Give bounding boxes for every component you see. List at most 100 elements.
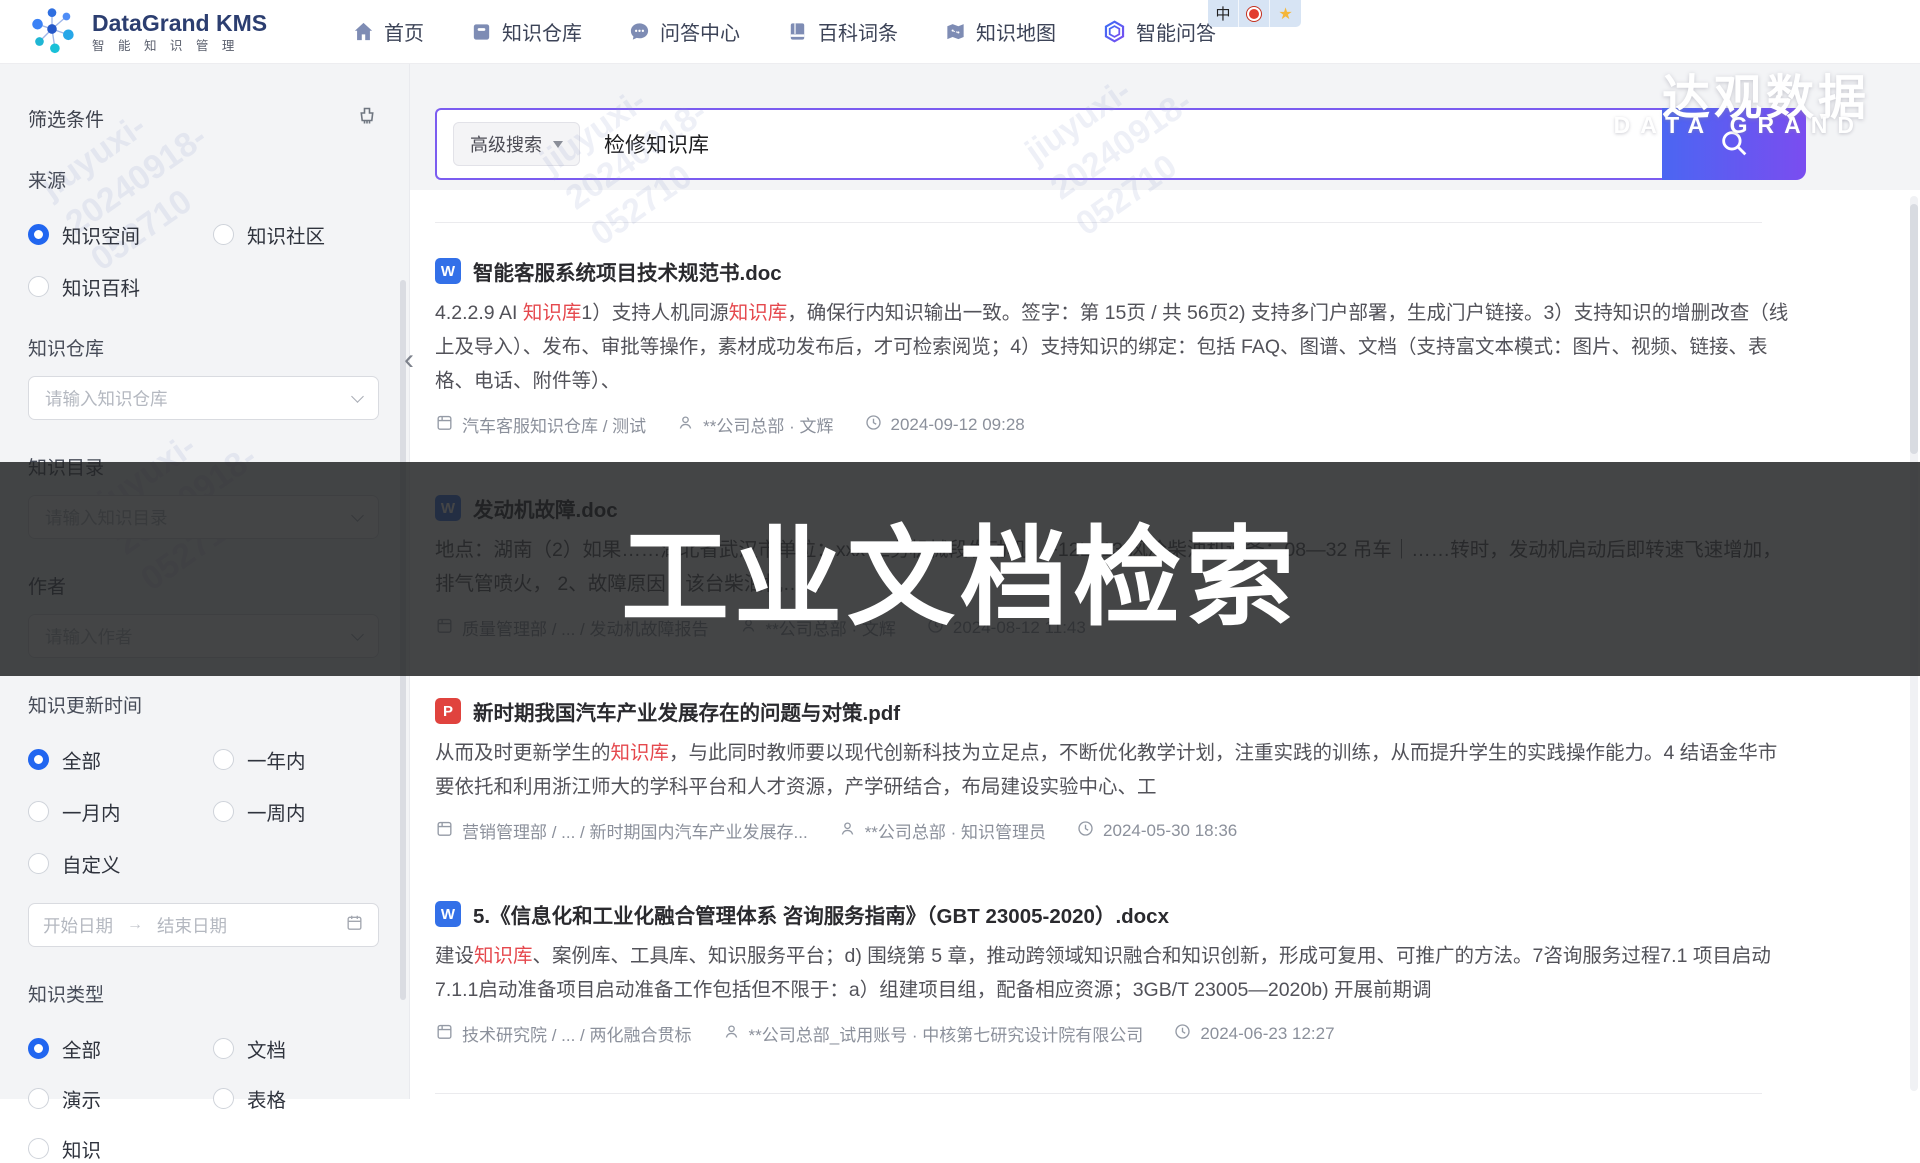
radio-type-all[interactable]: 全部 <box>28 1034 213 1063</box>
result-meta: 营销管理部 / ... / 新时期国内汽车产业发展存... **公司总部 · 知… <box>435 818 1790 843</box>
search-band: 高级搜索 <box>410 64 1920 190</box>
source-radio-group: 知识空间 知识社区 知识百科 <box>28 220 379 301</box>
result-title[interactable]: 5.《信息化和工业化融合管理体系 咨询服务指南》（GBT 23005-2020）… <box>473 899 1169 929</box>
result-timestamp: 2024-05-30 18:36 <box>1076 819 1237 843</box>
search-box: 高级搜索 <box>435 108 1662 180</box>
folder-icon <box>435 413 454 437</box>
result-location[interactable]: 技术研究院 / ... / 两化融合贯标 <box>435 1021 692 1046</box>
top-nav-bar: DataGrand KMS 智 能 知 识 管 理 首页 知识仓库 问答中心 百… <box>0 0 1920 64</box>
home-icon <box>352 20 375 43</box>
result-meta: 技术研究院 / ... / 两化融合贯标 **公司总部_试用账号 · 中核第七研… <box>435 1021 1790 1046</box>
chevron-down-icon <box>351 390 364 403</box>
result-location[interactable]: 汽车客服知识仓库 / 测试 <box>435 412 646 437</box>
result-snippet: 建设知识库、案例库、工具库、知识服务平台；d) 围绕第 5 章，推动跨领域知识融… <box>435 939 1790 1007</box>
radio-icon <box>28 276 49 297</box>
bookmark-star-icon[interactable]: ★ <box>1270 0 1301 27</box>
nav-item-smart-qa[interactable]: 智能问答 <box>1102 17 1216 46</box>
caption-title: 工业文档检索 <box>621 491 1299 647</box>
result-snippet: 从而及时更新学生的知识库，与此同时教师要以现代创新科技为立足点，不断优化教学计划… <box>435 736 1790 804</box>
result-timestamp: 2024-09-12 09:28 <box>864 413 1025 437</box>
radio-type-document[interactable]: 文档 <box>213 1034 379 1063</box>
radio-icon <box>28 801 49 822</box>
result-time: 2024-06-23 12:27 <box>1200 1024 1334 1044</box>
result-author: **公司总部_试用账号 · 中核第七研究设计院有限公司 <box>749 1021 1144 1046</box>
radio-time-one-year[interactable]: 一年内 <box>213 745 379 774</box>
warehouse-select[interactable]: 请输入知识仓库 <box>28 376 379 420</box>
range-arrow: → <box>127 916 143 934</box>
radio-icon <box>28 1038 49 1059</box>
clock-icon <box>1076 819 1095 843</box>
radio-knowledge-space[interactable]: 知识空间 <box>28 220 213 249</box>
radio-time-one-week[interactable]: 一周内 <box>213 797 379 826</box>
nav-item-knowledge-map[interactable]: 知识地图 <box>944 17 1056 46</box>
result-owner[interactable]: **公司总部_试用账号 · 中核第七研究设计院有限公司 <box>722 1021 1144 1046</box>
nav-item-encyclopedia[interactable]: 百科词条 <box>786 17 898 46</box>
map-icon <box>944 20 967 43</box>
folder-icon <box>435 819 454 843</box>
radio-icon <box>28 749 49 770</box>
result-location[interactable]: 营销管理部 / ... / 新时期国内汽车产业发展存... <box>435 818 808 843</box>
clock-icon <box>1173 1022 1192 1046</box>
radio-icon <box>28 1138 49 1159</box>
calendar-icon <box>345 913 364 937</box>
section-label-source: 来源 <box>28 166 379 193</box>
result-time: 2024-05-30 18:36 <box>1103 821 1237 841</box>
radio-icon <box>213 224 234 245</box>
advanced-search-dropdown[interactable]: 高级搜索 <box>453 122 580 166</box>
search-result-item[interactable]: W 5.《信息化和工业化融合管理体系 咨询服务指南》（GBT 23005-202… <box>435 899 1790 1046</box>
section-label-warehouse: 知识仓库 <box>28 334 379 361</box>
result-author: **公司总部 · 知识管理员 <box>865 818 1046 843</box>
warehouse-icon <box>470 20 493 43</box>
ime-indicator[interactable]: 中 <box>1208 0 1239 27</box>
person-icon <box>722 1022 741 1046</box>
sidebar-collapse-icon[interactable]: ‹ <box>404 345 414 375</box>
book-icon <box>786 20 809 43</box>
result-title[interactable]: 新时期我国汽车产业发展存在的问题与对策.pdf <box>473 696 900 726</box>
result-snippet: 4.2.2.9 AI 知识库1）支持人机同源知识库，确保行内知识输出一致。签字：… <box>435 296 1790 398</box>
main-nav: 首页 知识仓库 问答中心 百科词条 知识地图 智能问答 <box>352 17 1216 46</box>
radio-icon <box>213 801 234 822</box>
radio-icon <box>213 1038 234 1059</box>
search-input[interactable] <box>604 132 1646 156</box>
start-date-placeholder: 开始日期 <box>43 913 113 938</box>
date-range-picker[interactable]: 开始日期 → 结束日期 <box>28 903 379 947</box>
radio-time-custom[interactable]: 自定义 <box>28 849 213 878</box>
radio-icon <box>28 853 49 874</box>
nav-item-knowledge-warehouse[interactable]: 知识仓库 <box>470 17 582 46</box>
browser-mini-toolbar: 中 ★ <box>1208 0 1301 27</box>
radio-type-knowledge[interactable]: 知识 <box>28 1134 213 1163</box>
brand-subtitle: 智 能 知 识 管 理 <box>92 39 267 53</box>
results-top-divider <box>435 222 1762 223</box>
section-label-knowledge-type: 知识类型 <box>28 980 379 1007</box>
datagrand-logo-icon <box>26 3 78 60</box>
clear-filters-broom-icon[interactable] <box>355 104 379 133</box>
search-result-item[interactable]: W 智能客服系统项目技术规范书.doc 4.2.2.9 AI 知识库1）支持人机… <box>435 256 1790 437</box>
brand-name: DataGrand KMS <box>92 10 267 36</box>
word-file-icon: W <box>435 258 461 284</box>
result-path: 汽车客服知识仓库 / 测试 <box>462 412 646 437</box>
nav-item-home[interactable]: 首页 <box>352 17 424 46</box>
clock-icon <box>864 413 883 437</box>
result-owner[interactable]: **公司总部 · 文辉 <box>676 412 833 437</box>
pdf-file-icon: P <box>435 698 461 724</box>
chat-bubble-icon <box>628 20 651 43</box>
result-time: 2024-09-12 09:28 <box>891 415 1025 435</box>
radio-icon <box>213 749 234 770</box>
result-timestamp: 2024-06-23 12:27 <box>1173 1022 1334 1046</box>
result-owner[interactable]: **公司总部 · 知识管理员 <box>838 818 1046 843</box>
radio-knowledge-encyclopedia[interactable]: 知识百科 <box>28 272 213 301</box>
brand-logo[interactable]: DataGrand KMS 智 能 知 识 管 理 <box>0 3 352 60</box>
magnifier-icon <box>1717 126 1751 163</box>
caption-overlay-band: 工业文档检索 <box>0 462 1920 676</box>
search-result-item[interactable]: P 新时期我国汽车产业发展存在的问题与对策.pdf 从而及时更新学生的知识库，与… <box>435 696 1790 843</box>
nav-item-qa-center[interactable]: 问答中心 <box>628 17 740 46</box>
radio-knowledge-community[interactable]: 知识社区 <box>213 220 379 249</box>
end-date-placeholder: 结束日期 <box>157 913 227 938</box>
results-bottom-divider <box>435 1093 1762 1094</box>
extension-red-icon[interactable] <box>1239 0 1270 27</box>
radio-time-all[interactable]: 全部 <box>28 745 213 774</box>
radio-time-one-month[interactable]: 一月内 <box>28 797 213 826</box>
result-title[interactable]: 智能客服系统项目技术规范书.doc <box>473 256 782 286</box>
word-file-icon: W <box>435 901 461 927</box>
search-button[interactable] <box>1662 108 1806 180</box>
